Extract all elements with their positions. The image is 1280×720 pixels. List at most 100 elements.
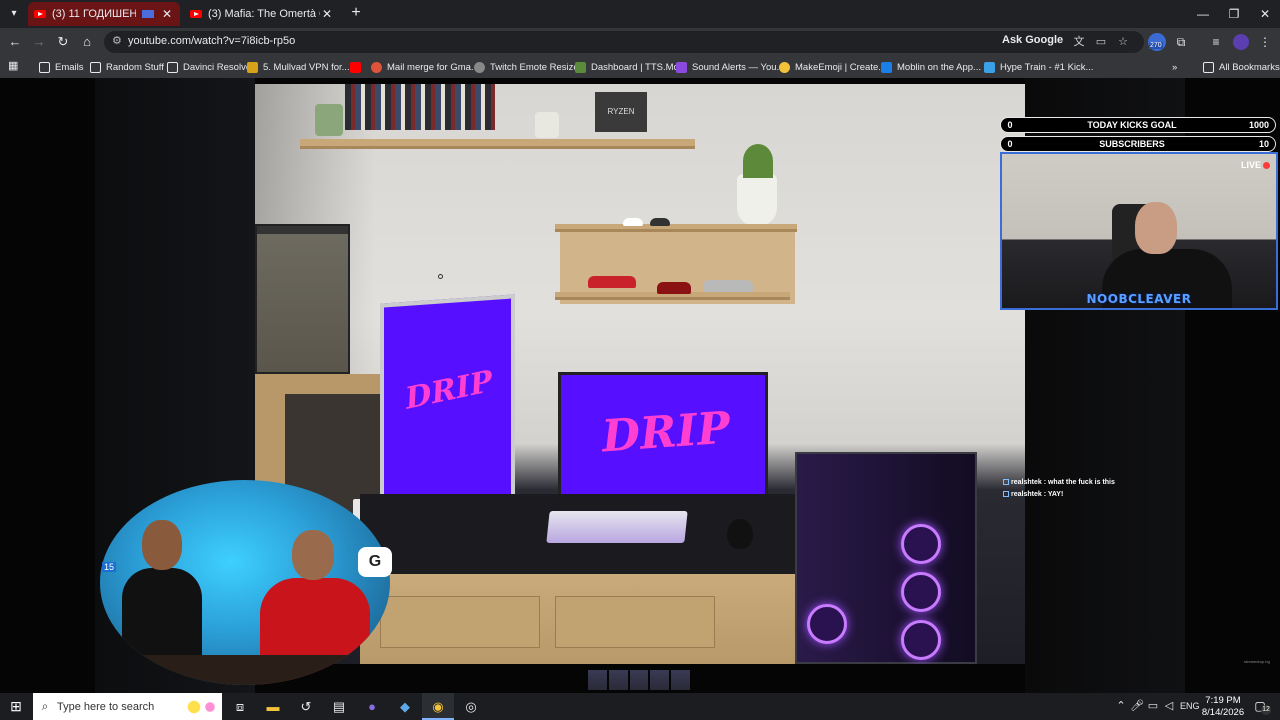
- thumbnail[interactable]: [608, 670, 628, 690]
- chat-badge-icon: [1003, 479, 1009, 485]
- all-bookmarks-button[interactable]: All Bookmarks: [1203, 60, 1280, 74]
- ask-google-button[interactable]: Ask Google: [1002, 34, 1063, 46]
- bookmark-random-stuff[interactable]: Random Stuff: [90, 60, 164, 74]
- plant-pot: [535, 112, 559, 138]
- chat-user: realshtek: [1011, 491, 1042, 498]
- podcast-table: [100, 655, 390, 685]
- youtube-icon: [350, 61, 361, 73]
- search-icon: ⌕: [41, 699, 49, 713]
- bookmark-emails[interactable]: Emails: [39, 60, 84, 74]
- bookmark-sound-alerts[interactable]: Sound Alerts — You...: [676, 60, 784, 74]
- streamer-head: [1135, 202, 1177, 254]
- task-view-icon[interactable]: ⧈: [224, 693, 256, 720]
- close-tab-icon[interactable]: ✕: [320, 7, 334, 21]
- bookmark-mail-merge[interactable]: Mail merge for Gma...: [371, 60, 479, 74]
- plant-leaves: [743, 144, 773, 178]
- new-tab-button[interactable]: +: [346, 4, 366, 22]
- close-tab-icon[interactable]: ✕: [160, 7, 174, 21]
- steam-icon[interactable]: ◆: [389, 693, 421, 720]
- goal-bar-subscribers: 0 SUBSCRIBERS 10: [1000, 136, 1276, 152]
- bookmark-makeemoji[interactable]: MakeEmoji | Create...: [779, 60, 886, 74]
- notification-icon[interactable]: ▢ 12: [1251, 697, 1271, 715]
- bookmark-mullvad[interactable]: 5. Mullvad VPN for...: [247, 60, 350, 74]
- aquarium: [255, 224, 350, 374]
- translate-icon[interactable]: 文: [1070, 33, 1088, 51]
- app-icon[interactable]: ↺: [290, 693, 322, 720]
- rgb-fan: [901, 524, 941, 564]
- rgb-fan: [807, 604, 847, 644]
- extensions-puzzle-icon[interactable]: ⧉: [1171, 32, 1191, 52]
- bookmarks-bar: ▦ Emails Random Stuff Davinci Resolve 5.…: [0, 56, 1280, 78]
- folder-icon: [167, 61, 178, 73]
- bookmark-label: Dashboard | TTS.Mo...: [591, 61, 687, 73]
- tab-video-active[interactable]: (3) 11 ГОДИШЕН СГЛОБЯВ ✕: [28, 2, 180, 26]
- extension-icon[interactable]: 270: [1148, 33, 1166, 51]
- network-icon[interactable]: ▭: [1146, 693, 1160, 720]
- profile-avatar[interactable]: [1233, 34, 1249, 50]
- drip-logo: DRIP: [403, 364, 495, 417]
- minimize-button[interactable]: —: [1186, 0, 1220, 28]
- taskbar-clock[interactable]: 7:19 PM 8/14/2026: [1198, 695, 1248, 719]
- bookmark-moblin[interactable]: Moblin on the App...: [881, 60, 981, 74]
- model-car-red: [588, 276, 636, 288]
- book-stack: [345, 84, 495, 130]
- taskbar-search[interactable]: ⌕ Type here to search: [33, 693, 222, 720]
- volume-icon[interactable]: ◁: [1162, 693, 1176, 720]
- obs-icon[interactable]: ◎: [455, 693, 487, 720]
- bookmark-label: Twitch Emote Resizer: [490, 61, 582, 73]
- windows-start-icon[interactable]: ⊞: [0, 693, 32, 720]
- media-playing-icon[interactable]: [142, 10, 154, 18]
- thumbnail[interactable]: [650, 670, 670, 690]
- bookmark-davinci[interactable]: Davinci Resolve: [167, 60, 251, 74]
- goal-label: TODAY KICKS GOAL: [1087, 120, 1177, 130]
- youtube-icon: [190, 10, 202, 18]
- notification-count: 12: [1261, 705, 1271, 715]
- restore-button[interactable]: ❐: [1217, 0, 1251, 28]
- reload-button[interactable]: ↻: [53, 32, 73, 52]
- drip-logo: DRIP: [600, 402, 732, 463]
- home-button[interactable]: ⌂: [77, 32, 97, 52]
- clock-date: 8/14/2026: [1201, 707, 1245, 718]
- tab-mafia[interactable]: (3) Mafia: The Omertà Collectio ✕: [184, 2, 340, 26]
- site-info-icon[interactable]: ⚙: [112, 34, 122, 47]
- tab-search-icon[interactable]: ▾: [4, 4, 24, 24]
- chat-text: what the fuck is this: [1047, 479, 1115, 486]
- goal-label: SUBSCRIBERS: [1099, 139, 1165, 149]
- bookmark-youtube[interactable]: [350, 60, 366, 74]
- thumbnail[interactable]: [588, 670, 607, 690]
- search-highlight-icon: [182, 696, 222, 717]
- model-car-silver: [703, 280, 753, 292]
- bookmark-label: Sound Alerts — You...: [692, 61, 785, 73]
- thumbnail[interactable]: [629, 670, 649, 690]
- menu-kebab-icon[interactable]: ⋮: [1255, 32, 1275, 52]
- cast-icon[interactable]: ▭: [1092, 33, 1110, 51]
- file-explorer-icon[interactable]: ▬: [257, 693, 289, 720]
- goal-target: 1000: [1248, 120, 1269, 130]
- discord-icon[interactable]: ●: [356, 693, 388, 720]
- chrome-icon[interactable]: ◉: [422, 693, 454, 720]
- bookmark-tts[interactable]: Dashboard | TTS.Mo...: [575, 60, 687, 74]
- language-indicator[interactable]: ENG: [1180, 693, 1200, 720]
- bookmark-emote-resizer[interactable]: Twitch Emote Resizer: [474, 60, 582, 74]
- url-text: youtube.com/watch?v=7i8icb-rp5o: [128, 35, 296, 47]
- close-window-button[interactable]: ✕: [1248, 0, 1280, 28]
- goal-current: 0: [1007, 120, 1013, 130]
- podcast-inset: [100, 480, 390, 685]
- bookmark-label: All Bookmarks: [1219, 61, 1280, 73]
- app-icon[interactable]: ▤: [323, 693, 355, 720]
- reading-list-icon[interactable]: ≡: [1206, 32, 1226, 52]
- chat-badge-icon: [1003, 491, 1009, 497]
- bookmark-hype-train[interactable]: Hype Train - #1 Kick...: [984, 60, 1093, 74]
- address-bar[interactable]: ⚙ youtube.com/watch?v=7i8icb-rp5o Ask Go…: [104, 31, 1144, 53]
- rgb-fan: [901, 572, 941, 612]
- forward-button[interactable]: →: [29, 32, 49, 52]
- mail-merge-icon: [371, 61, 382, 73]
- scrubber-thumbnails[interactable]: [588, 670, 690, 690]
- bookmarks-overflow-button[interactable]: »: [1172, 60, 1177, 74]
- microphone-icon[interactable]: 🎤︎: [1130, 693, 1144, 720]
- bookmark-star-icon[interactable]: ☆: [1114, 33, 1132, 51]
- apps-grid-icon[interactable]: ▦: [8, 60, 20, 72]
- tray-overflow-icon[interactable]: ⌃: [1114, 693, 1128, 720]
- back-button[interactable]: ←: [5, 32, 25, 52]
- thumbnail[interactable]: [671, 670, 690, 690]
